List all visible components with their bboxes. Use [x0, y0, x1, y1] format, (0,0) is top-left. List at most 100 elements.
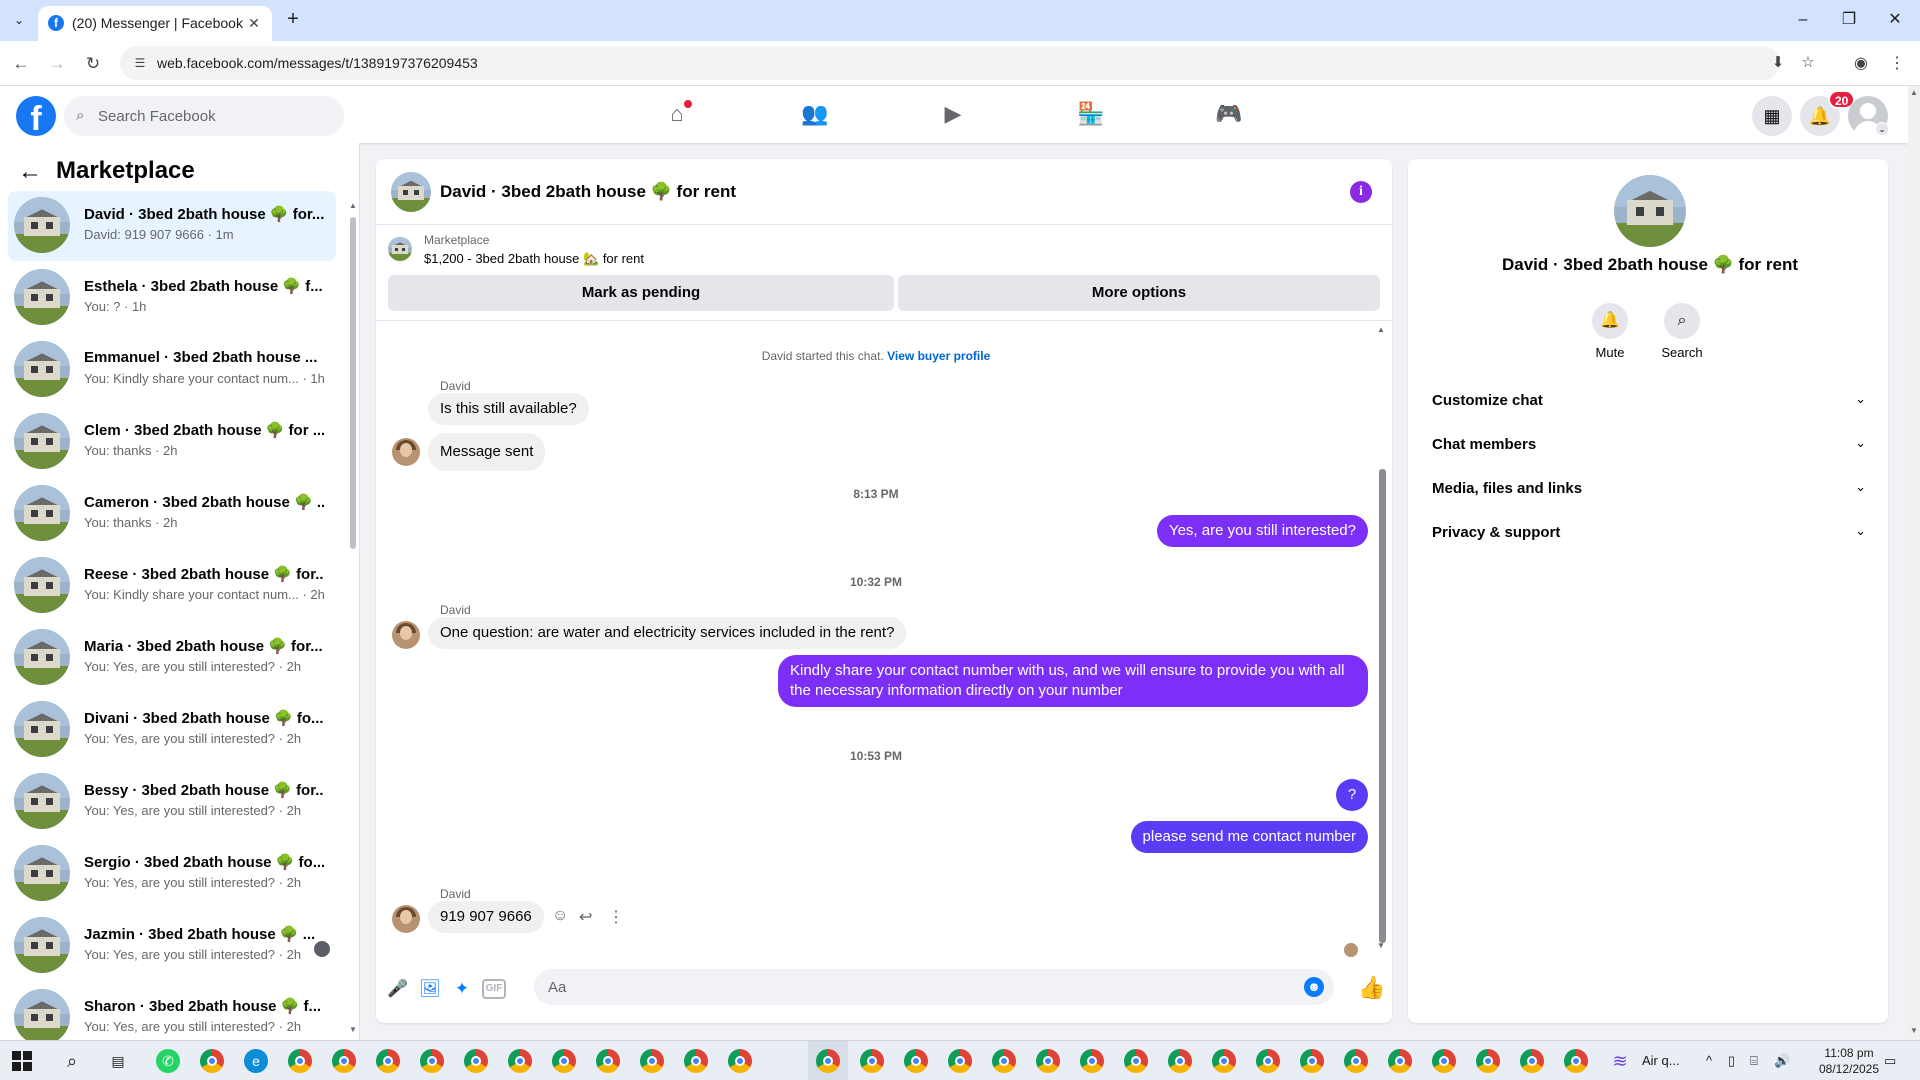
- scrollbar-thumb[interactable]: [350, 217, 356, 549]
- message-text-field[interactable]: [548, 969, 1288, 1005]
- url-text[interactable]: web.facebook.com/messages/t/138919737620…: [157, 55, 478, 71]
- conversation-item[interactable]: Esthela · 3bed 2bath house 🌳 f... You: ?…: [8, 263, 336, 333]
- chrome-icon[interactable]: [1256, 1049, 1280, 1073]
- chrome-icon[interactable]: [904, 1049, 928, 1073]
- search-in-chat-button[interactable]: ⌕ Search: [1652, 303, 1712, 360]
- conversation-item[interactable]: Reese · 3bed 2bath house 🌳 for... You: K…: [8, 551, 336, 621]
- outgoing-message[interactable]: ?: [1336, 779, 1368, 811]
- message-input[interactable]: ☻: [534, 969, 1334, 1005]
- mute-button[interactable]: 🔔 Mute: [1580, 303, 1640, 360]
- taskbar-clock[interactable]: 11:08 pm 08/12/2025: [1814, 1045, 1884, 1077]
- emoji-icon[interactable]: ☻: [1304, 977, 1324, 997]
- weather-text[interactable]: Air q...: [1642, 1053, 1680, 1068]
- chrome-icon[interactable]: [1168, 1049, 1192, 1073]
- chat-members-section[interactable]: Chat members ⌄: [1416, 423, 1880, 467]
- view-buyer-profile-link[interactable]: View buyer profile: [887, 349, 990, 363]
- reload-icon[interactable]: ↻: [80, 51, 106, 77]
- gif-icon[interactable]: GIF: [482, 979, 506, 999]
- conversation-item[interactable]: Cameron · 3bed 2bath house 🌳 ... You: th…: [8, 479, 336, 549]
- chrome-icon[interactable]: [1300, 1049, 1324, 1073]
- menu-grid-icon[interactable]: ▦: [1752, 96, 1792, 136]
- sender-avatar[interactable]: [392, 438, 420, 466]
- house-avatar[interactable]: [1614, 175, 1686, 247]
- close-window-button[interactable]: ✕: [1880, 8, 1910, 32]
- task-view-icon[interactable]: ▤: [106, 1049, 130, 1073]
- chat-title[interactable]: David · 3bed 2bath house 🌳 for rent: [440, 182, 736, 202]
- outgoing-message[interactable]: Kindly share your contact number with us…: [778, 655, 1368, 707]
- more-options-button[interactable]: More options: [898, 275, 1380, 311]
- sender-avatar[interactable]: [392, 621, 420, 649]
- chrome-icon[interactable]: [816, 1049, 840, 1073]
- forward-arrow-icon[interactable]: →: [44, 51, 70, 77]
- chrome-icon[interactable]: [1388, 1049, 1412, 1073]
- chrome-icon[interactable]: [1212, 1049, 1236, 1073]
- scroll-down-icon[interactable]: ▼: [1377, 941, 1385, 950]
- info-icon[interactable]: i: [1350, 181, 1372, 203]
- incoming-message[interactable]: Is this still available?: [428, 393, 589, 425]
- new-tab-button[interactable]: +: [282, 9, 304, 31]
- tab-search-chevron-icon[interactable]: ⌄: [8, 9, 30, 31]
- edge-icon[interactable]: e: [244, 1049, 268, 1073]
- house-avatar[interactable]: [391, 172, 431, 212]
- incoming-message[interactable]: 919 907 9666: [428, 901, 544, 933]
- page-scrollbar[interactable]: ▲ ▼: [1908, 86, 1920, 1040]
- chrome-icon[interactable]: [1476, 1049, 1500, 1073]
- conversation-item[interactable]: Divani · 3bed 2bath house 🌳 fo... You: Y…: [8, 695, 336, 765]
- video-nav-icon[interactable]: ▶: [928, 94, 978, 134]
- conversation-item[interactable]: David · 3bed 2bath house 🌳 for... David:…: [8, 191, 336, 261]
- scroll-up-icon[interactable]: ▲: [1910, 88, 1918, 97]
- minimize-button[interactable]: –: [1788, 8, 1818, 32]
- scroll-up-icon[interactable]: ▲: [1377, 325, 1385, 334]
- chat-scrollbar[interactable]: ▲ ▼: [1376, 325, 1388, 955]
- back-arrow-icon[interactable]: ←: [18, 158, 46, 186]
- whatsapp-icon[interactable]: ✆: [156, 1049, 180, 1073]
- address-bar[interactable]: ☰ web.facebook.com/messages/t/1389197376…: [120, 46, 1815, 80]
- react-emoji-icon[interactable]: ☺: [552, 907, 568, 925]
- restore-button[interactable]: ❐: [1834, 8, 1864, 32]
- chrome-icon[interactable]: [1124, 1049, 1148, 1073]
- listing-title[interactable]: $1,200 - 3bed 2bath house 🏡 for rent: [424, 251, 644, 267]
- more-actions-icon[interactable]: ⋮: [608, 907, 624, 927]
- chrome-icon[interactable]: [464, 1049, 488, 1073]
- conversation-item[interactable]: Emmanuel · 3bed 2bath house ... You: Kin…: [8, 335, 336, 405]
- facebook-search-input[interactable]: [98, 96, 338, 136]
- conversation-item[interactable]: Maria · 3bed 2bath house 🌳 for... You: Y…: [8, 623, 336, 693]
- outgoing-message[interactable]: please send me contact number: [1130, 821, 1368, 853]
- facebook-search[interactable]: ⌕: [64, 96, 344, 136]
- conversation-item[interactable]: Sergio · 3bed 2bath house 🌳 fo... You: Y…: [8, 839, 336, 909]
- chrome-icon[interactable]: [1080, 1049, 1104, 1073]
- scroll-down-icon[interactable]: ▼: [1910, 1026, 1918, 1035]
- chrome-icon[interactable]: [860, 1049, 884, 1073]
- chrome-icon[interactable]: [508, 1049, 532, 1073]
- chrome-icon[interactable]: [1564, 1049, 1588, 1073]
- bookmark-star-icon[interactable]: ☆: [1798, 53, 1818, 73]
- chrome-icon[interactable]: [200, 1049, 224, 1073]
- sender-avatar[interactable]: [392, 905, 420, 933]
- incoming-message[interactable]: One question: are water and electricity …: [428, 617, 907, 649]
- chrome-icon[interactable]: [1344, 1049, 1368, 1073]
- tab-close-icon[interactable]: ✕: [244, 13, 264, 33]
- chrome-icon[interactable]: [420, 1049, 444, 1073]
- chrome-icon[interactable]: [552, 1049, 576, 1073]
- back-arrow-icon[interactable]: ←: [8, 51, 34, 77]
- customize-chat-section[interactable]: Customize chat ⌄: [1416, 379, 1880, 423]
- device-icon[interactable]: ▯: [1728, 1053, 1735, 1069]
- media-files-links-section[interactable]: Media, files and links ⌄: [1416, 467, 1880, 511]
- chrome-icon[interactable]: [684, 1049, 708, 1073]
- chrome-icon[interactable]: [1432, 1049, 1456, 1073]
- reply-icon[interactable]: ↩: [579, 907, 592, 927]
- scroll-up-icon[interactable]: ▲: [348, 201, 358, 210]
- browser-menu-icon[interactable]: ⋮: [1884, 51, 1910, 77]
- conversation-item[interactable]: Bessy · 3bed 2bath house 🌳 for... You: Y…: [8, 767, 336, 837]
- scrollbar-thumb[interactable]: [1379, 469, 1386, 943]
- network-icon[interactable]: ⌸: [1750, 1053, 1758, 1069]
- chrome-icon[interactable]: [332, 1049, 356, 1073]
- home-nav-icon[interactable]: ⌂: [652, 94, 702, 134]
- outgoing-message[interactable]: Yes, are you still interested?: [1156, 515, 1368, 547]
- thumbs-up-icon[interactable]: 👍: [1358, 974, 1386, 1002]
- air-quality-icon[interactable]: ≋: [1608, 1049, 1632, 1073]
- notification-center-icon[interactable]: ▭: [1884, 1053, 1896, 1069]
- chrome-icon[interactable]: [376, 1049, 400, 1073]
- chrome-icon[interactable]: [728, 1049, 752, 1073]
- site-info-icon[interactable]: ☰: [132, 55, 148, 71]
